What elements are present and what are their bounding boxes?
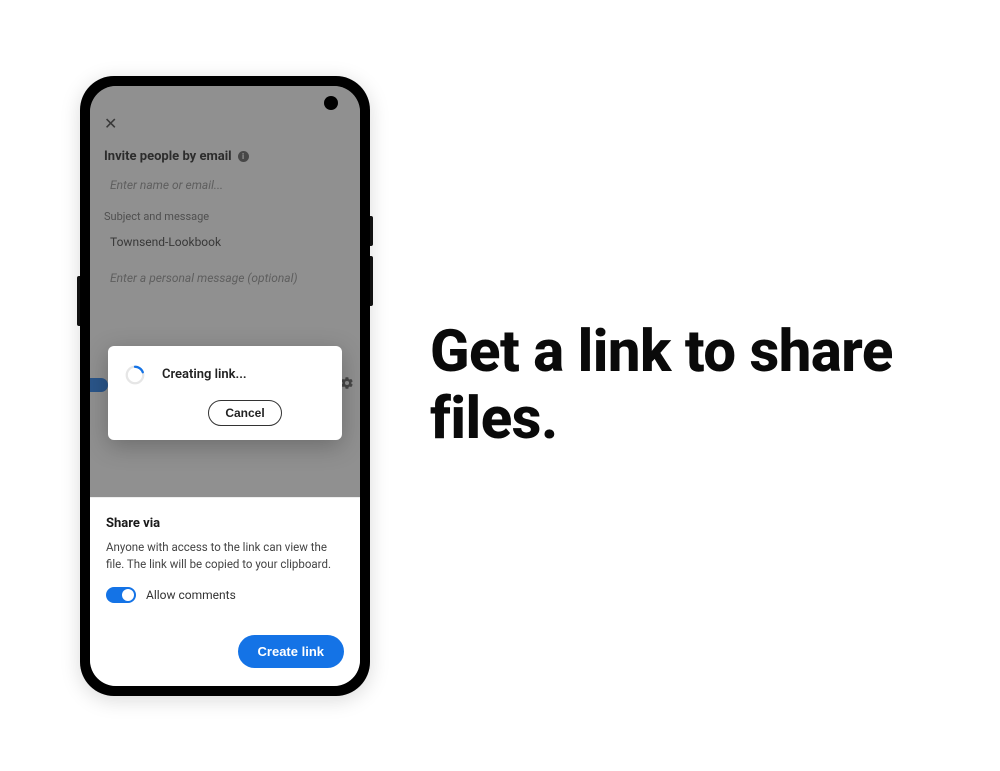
sheet-title: Share via <box>106 516 344 531</box>
creating-link-dialog: Creating link... Cancel <box>108 346 342 440</box>
message-field[interactable]: Enter a personal message (optional) <box>104 267 346 289</box>
info-icon[interactable]: i <box>238 151 249 162</box>
close-icon[interactable]: ✕ <box>104 114 117 133</box>
allow-comments-label: Allow comments <box>146 588 236 602</box>
camera-hole <box>324 96 338 110</box>
spinner-icon <box>124 364 146 386</box>
invite-label: Invite people by email <box>104 149 232 164</box>
share-sheet: Share via Anyone with access to the link… <box>90 497 360 685</box>
gear-icon[interactable] <box>340 376 354 394</box>
phone-volume-button <box>370 256 373 306</box>
toggle-knob <box>122 589 134 601</box>
section-label: Subject and message <box>104 210 346 223</box>
share-form: ✕ Invite people by email i Enter name or… <box>90 86 360 319</box>
email-field[interactable]: Enter name or email... <box>104 174 346 196</box>
phone-side-button <box>77 276 80 326</box>
dialog-status-text: Creating link... <box>162 367 247 382</box>
cancel-button[interactable]: Cancel <box>208 400 281 426</box>
subject-field[interactable]: Townsend-Lookbook <box>104 231 346 253</box>
create-link-button[interactable]: Create link <box>238 635 344 668</box>
allow-comments-toggle[interactable] <box>106 587 136 603</box>
sheet-description: Anyone with access to the link can view … <box>106 539 344 572</box>
headline-text: Get a link to share files. <box>430 319 900 452</box>
phone-frame: ✕ Invite people by email i Enter name or… <box>80 76 370 696</box>
phone-power-button <box>370 216 373 246</box>
phone-screen: ✕ Invite people by email i Enter name or… <box>90 86 360 686</box>
toggle-peek <box>90 378 108 392</box>
